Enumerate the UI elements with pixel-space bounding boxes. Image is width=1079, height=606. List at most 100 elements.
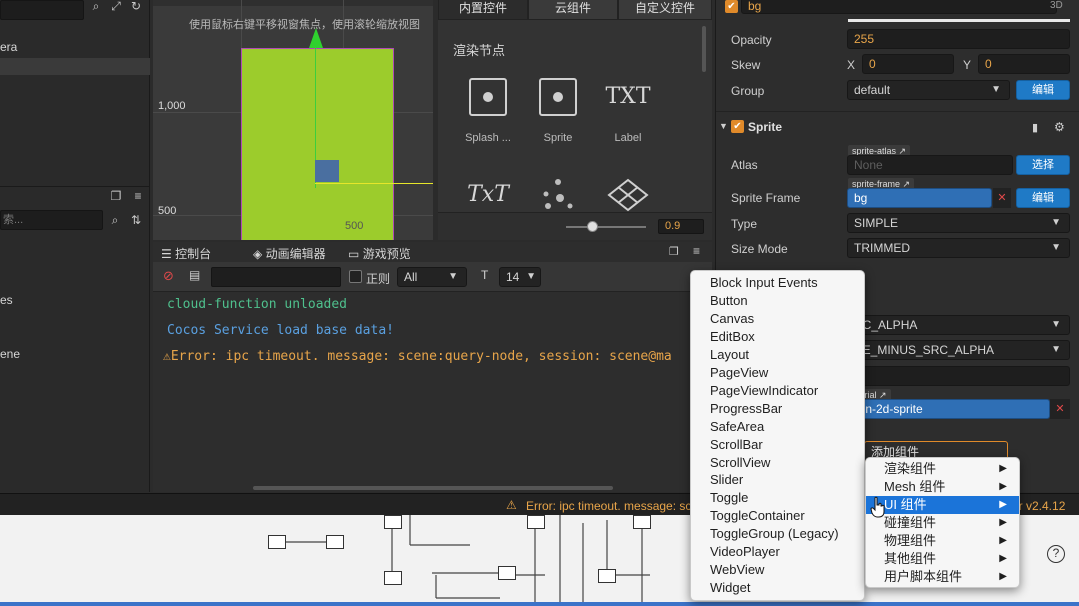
zoom-slider-handle[interactable]	[587, 221, 598, 232]
group-select[interactable]: default ▼	[847, 80, 1010, 100]
ui-menu-item-slider[interactable]: Slider	[691, 471, 864, 489]
ui-menu-item-pageviewindicator[interactable]: PageViewIndicator	[691, 382, 864, 400]
select-atlas-button[interactable]: 选择	[1016, 155, 1070, 175]
component-menu-item[interactable]: 碰撞组件 ▶	[866, 514, 1019, 532]
skew-x-input[interactable]: 0	[862, 54, 954, 74]
node-name-input[interactable]: bg	[741, 0, 1057, 14]
status-error-text[interactable]: Error: ipc timeout. message: sc	[526, 499, 691, 513]
sprite-frame-input[interactable]: bg	[847, 188, 992, 208]
opacity-input[interactable]: 255	[847, 29, 1070, 49]
library-item-richtext[interactable]: TxT	[458, 176, 518, 214]
ui-menu-item-block-input-events[interactable]: Block Input Events	[691, 274, 864, 292]
bg-sprite-node[interactable]	[241, 48, 394, 240]
zoom-slider-track[interactable]	[566, 226, 646, 228]
edit-sprite-frame-button[interactable]: 编辑	[1016, 188, 1070, 208]
ui-menu-item-progressbar[interactable]: ProgressBar	[691, 400, 864, 418]
edit-group-button[interactable]: 编辑	[1016, 80, 1070, 100]
regex-checkbox[interactable]	[349, 270, 362, 283]
search-icon[interactable]: ⌕	[107, 212, 123, 228]
component-menu-item[interactable]: Mesh 组件 ▶	[866, 478, 1019, 496]
group-label: Group	[731, 84, 765, 98]
atlas-input[interactable]: None	[847, 155, 1013, 175]
library-item-sprite[interactable]: Sprite	[528, 78, 588, 144]
maximize-icon[interactable]: ❐	[669, 245, 679, 258]
console-scrollbar[interactable]	[253, 486, 613, 490]
ui-menu-item-widget[interactable]: Widget	[691, 579, 864, 597]
scene-view[interactable]: 使用鼠标右键平移视窗焦点，使用滚轮缩放视图 1,000 500 500	[153, 0, 433, 240]
library-item-label[interactable]: TXT Label	[598, 78, 658, 144]
src-blend-select[interactable]: RC_ALPHA ▼	[847, 315, 1070, 335]
ui-menu-item-toggle[interactable]: Toggle	[691, 489, 864, 507]
library-item-splash[interactable]: Splash ...	[458, 78, 518, 144]
ui-menu-item-canvas[interactable]: Canvas	[691, 310, 864, 328]
sprite-enabled-checkbox[interactable]: ✔	[731, 120, 744, 133]
ui-menu-item-button[interactable]: Button	[691, 292, 864, 310]
ui-menu-item-layout[interactable]: Layout	[691, 346, 864, 364]
help-book-icon[interactable]: ▮	[1032, 121, 1038, 134]
ui-menu-item-pageview[interactable]: PageView	[691, 364, 864, 382]
assets-item-scene[interactable]: ene	[0, 347, 20, 361]
skew-y-input[interactable]: 0	[978, 54, 1070, 74]
node-active-checkbox[interactable]: ✔	[725, 0, 738, 13]
ui-menu-item-webview[interactable]: WebView	[691, 561, 864, 579]
menu-icon[interactable]: ≡	[693, 244, 700, 258]
menu-icon[interactable]: ≡	[130, 188, 146, 204]
library-scrollbar[interactable]	[702, 26, 706, 72]
material-input[interactable]: iltin-2d-sprite	[847, 399, 1050, 419]
tab-builtin-controls[interactable]: 内置控件	[438, 0, 528, 20]
maximize-icon[interactable]: ❐	[108, 188, 124, 204]
sort-icon[interactable]: ⇅	[128, 212, 144, 228]
ui-menu-item-safearea[interactable]: SafeArea	[691, 418, 864, 436]
tab-game-preview[interactable]: ▭ 游戏预览	[348, 245, 411, 262]
zoom-value-input[interactable]: 0.9	[658, 219, 704, 234]
component-menu-item[interactable]: 用户脚本组件 ▶	[866, 568, 1019, 586]
console-toolbar: ⊘ ▤ 正则 All ▼ T 14 ▼	[153, 262, 712, 292]
flow-node	[527, 515, 545, 529]
component-menu-item[interactable]: UI 组件 ▶	[866, 496, 1019, 514]
3d-badge[interactable]: 3D	[1050, 0, 1063, 11]
ui-menu-item-togglecontainer[interactable]: ToggleContainer	[691, 507, 864, 525]
search-icon[interactable]: ⌕	[88, 0, 104, 14]
tab-cloud-components[interactable]: 云组件	[528, 0, 618, 20]
type-select[interactable]: SIMPLE ▼	[847, 213, 1070, 233]
console-filter-input[interactable]	[211, 267, 341, 287]
component-menu-item[interactable]: 渲染组件 ▶	[866, 460, 1019, 478]
component-menu-item[interactable]: 物理组件 ▶	[866, 532, 1019, 550]
mouse-cursor-icon	[870, 496, 885, 518]
ui-menu-item-togglegroup-legacy[interactable]: ToggleGroup (Legacy)	[691, 525, 864, 543]
hierarchy-item-camera[interactable]: era	[0, 40, 17, 54]
richtext-glyph-icon: TxT	[467, 182, 509, 207]
gear-icon[interactable]: ⚙	[1054, 120, 1065, 134]
material-slot-input[interactable]	[847, 366, 1070, 386]
hierarchy-item-selected[interactable]	[0, 58, 150, 75]
ui-menu-item-scrollview[interactable]: ScrollView	[691, 454, 864, 472]
log-level-select[interactable]: All ▼	[397, 267, 467, 287]
help-icon[interactable]: ?	[1047, 545, 1065, 563]
tab-custom-controls[interactable]: 自定义控件	[618, 0, 712, 20]
tab-animation-editor[interactable]: ◈ 动画编辑器	[253, 245, 326, 262]
collapse-arrow-icon[interactable]: ▼	[719, 121, 728, 131]
submenu-arrow-icon: ▶	[999, 571, 1007, 582]
clear-material-icon[interactable]: ✕	[1050, 399, 1070, 419]
open-log-icon[interactable]: ▤	[189, 268, 200, 282]
font-size-select[interactable]: 14 ▼	[499, 267, 541, 287]
hierarchy-search-input[interactable]	[0, 0, 84, 20]
dst-blend-select[interactable]: NE_MINUS_SRC_ALPHA ▼	[847, 340, 1070, 360]
library-item-particle[interactable]	[528, 176, 588, 217]
assets-search-input[interactable]: 索...	[0, 210, 103, 230]
clear-sprite-frame-icon[interactable]: ✕	[993, 188, 1011, 208]
clear-icon[interactable]: ⊘	[163, 268, 174, 284]
ui-menu-item-videoplayer[interactable]: VideoPlayer	[691, 543, 864, 561]
component-menu-item[interactable]: 其他组件 ▶	[866, 550, 1019, 568]
expand-icon[interactable]: ⤢	[108, 0, 124, 14]
tab-console[interactable]: ☰ 控制台	[161, 245, 211, 262]
gizmo-center-handle[interactable]	[315, 160, 339, 182]
ui-menu-item-scrollbar[interactable]: ScrollBar	[691, 436, 864, 454]
ui-menu-item-editbox[interactable]: EditBox	[691, 328, 864, 346]
move-gizmo-up-arrow-icon[interactable]	[309, 28, 323, 48]
library-item-tiledmap[interactable]	[598, 176, 658, 217]
assets-item-resources[interactable]: es	[0, 293, 13, 307]
refresh-icon[interactable]: ↻	[128, 0, 144, 14]
color-bar[interactable]	[848, 19, 1070, 22]
size-mode-select[interactable]: TRIMMED ▼	[847, 238, 1070, 258]
